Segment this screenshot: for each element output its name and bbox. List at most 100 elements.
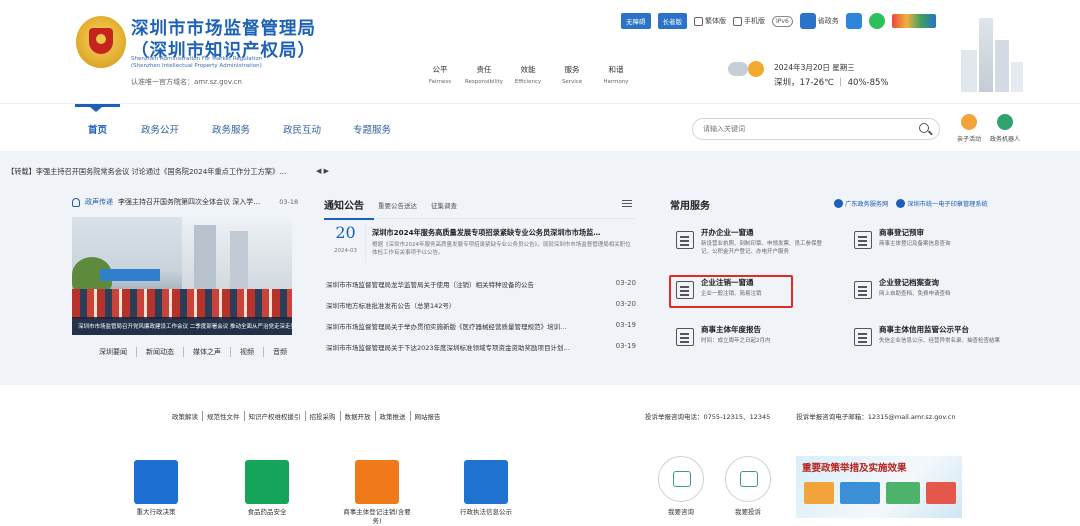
gov-robot-link[interactable]: 政务机器人 <box>988 114 1022 143</box>
services-title: 常用服务 <box>670 201 710 212</box>
value-responsibility: 责任 Responsibility <box>464 65 504 85</box>
value-efficiency: 效能 Efficiency <box>514 65 542 85</box>
footer-link[interactable]: 知识产权维权援引 <box>245 411 306 421</box>
official-domain: 认准唯一官方域名：amr.sz.gov.cn <box>131 78 242 86</box>
complaint-email[interactable]: 投诉举报咨询电子邮箱：12315@mail.amr.sz.gov.cn <box>796 411 955 421</box>
pen-icon <box>725 456 771 502</box>
news-ticker[interactable]: 【转载】李强主持召开国务院常务会议 讨论通过《国务院2024年重点工作分工方案》… <box>7 167 286 177</box>
tab-solicitation[interactable]: 征集调查 <box>431 200 457 210</box>
site-header: 深圳市市场监督管理局 （深圳市知识产权局） Shenzhen Administr… <box>0 0 1080 103</box>
weather-widget: 2024年3月20日 星期三 深圳，17-26℃ ｜ 40%-85% <box>728 61 889 88</box>
decision-icon <box>134 460 178 504</box>
feature-desc: 根据《深圳市2024年服务高质量发展专项招录紧缺专业公务员公告》，现就深圳市市场… <box>372 242 631 256</box>
top-toolbar: 无障碍 长者版 繁体版 手机版 IPv6 省政务 <box>621 13 936 29</box>
value-service: 服务 Service <box>561 65 583 85</box>
archive-icon <box>854 281 872 299</box>
parent-child-link[interactable]: 亲子活动 <box>952 114 986 143</box>
system-food-drug-safety[interactable]: 食品药品安全 <box>232 460 302 517</box>
mobile-icon <box>733 16 742 26</box>
traditional-chinese-link[interactable]: 繁体版 <box>694 16 726 26</box>
national-emblem-icon <box>76 16 126 68</box>
elder-mode-button[interactable]: 长者版 <box>657 13 687 29</box>
tab-news-updates[interactable]: 新闻动态 <box>137 347 184 357</box>
traditional-icon <box>694 16 703 26</box>
service-open-business[interactable]: 开办企业一窗通 新设营业执照、刻制印章、申领发票、员工参保登记、公积金开户登记、… <box>670 225 830 265</box>
announcement-column: 通知公告 重要公告送达 征集调查 20 2024-03 深圳市2024年服务高质… <box>318 181 642 381</box>
core-values: 公平 Fairness 责任 Responsibility 效能 Efficiency… <box>418 64 638 85</box>
wechat-icon[interactable] <box>868 13 885 29</box>
announcement-title[interactable]: 通知公告 <box>324 197 364 212</box>
complain-button[interactable]: 我要投诉 <box>720 456 776 516</box>
ipv6-badge: IPv6 <box>772 15 793 27</box>
chat-icon <box>658 456 704 502</box>
city-logo-icon <box>891 14 936 28</box>
tab-media[interactable]: 媒体之声 <box>184 347 231 357</box>
news-item[interactable]: 深圳市市场监督管理局龙华监管局关于使用（注销）相关特种设备的公告 03-20 <box>326 279 636 289</box>
nav-gov-disclosure[interactable]: 政务公开 <box>141 122 179 136</box>
feature-date: 20 2024-03 <box>326 223 366 263</box>
tab-sz-news[interactable]: 深圳要闻 <box>90 347 137 357</box>
contact-info: 投诉举报咨询电话：0755-12315、12345 投诉举报咨询电子邮箱：123… <box>645 411 955 421</box>
content-band: 【转载】李强主持召开国务院常务会议 讨论通过《国务院2024年重点工作分工方案》… <box>0 151 1080 385</box>
service-credit-platform[interactable]: 商事主体信用监管公示平台 失信企业信息公示、经营异常名录、抽查检查结果 <box>848 322 1008 362</box>
search-icon[interactable] <box>919 123 929 133</box>
news-photo[interactable]: 深圳市市场监管局召开党风廉政建设工作会议 二季度部署会议 推动全面从严治党走深走… <box>72 217 292 335</box>
gd-gov-service-link[interactable]: 广东政务服务网 <box>834 199 888 208</box>
nav-active-arrow <box>90 107 102 112</box>
news-item[interactable]: 深圳市市场监督管理局关于举办贯彻实施新版《医疗器械经营质量管理规范》培训… 03-… <box>326 321 636 331</box>
province-link[interactable]: 省政务 <box>799 13 839 29</box>
robot-icon <box>997 114 1013 130</box>
system-major-decisions[interactable]: 重大行政决策 <box>121 460 191 517</box>
accessibility-button[interactable]: 无障碍 <box>621 13 651 29</box>
nav-gov-services[interactable]: 政务服务 <box>212 122 250 136</box>
system-enforcement-info[interactable]: 行政执法信息公示 <box>451 460 521 517</box>
footer-link[interactable]: 招投采购 <box>306 411 341 421</box>
document-icon <box>676 231 694 249</box>
nav-home[interactable]: 首页 <box>88 122 107 136</box>
promo-title: 重要政策举措及实施效果 <box>802 463 907 474</box>
search-box <box>692 118 940 140</box>
footer-link[interactable]: 政策推送 <box>376 411 411 421</box>
service-archive-query[interactable]: 企业登记档案查询 网上自助查档、免费申请查档 <box>848 275 1008 315</box>
feature-title[interactable]: 深圳市2024年服务高质量发展专项招录紧缺专业公务员深圳市市场监… <box>372 228 634 238</box>
registration-icon <box>355 460 399 504</box>
gov-voice-notice[interactable]: 政声传递 李强主持召开国务院第四次全体会议 深入学… 03-18 <box>72 197 298 207</box>
weather-temp: 深圳，17-26℃ ｜ 40%-85% <box>774 78 889 88</box>
system-business-registration[interactable]: 商事主体登记注销(含要务) <box>342 460 412 526</box>
user-icon <box>896 199 906 208</box>
footer-link[interactable]: 规范性文件 <box>203 411 245 421</box>
weather-date: 2024年3月20日 星期三 <box>774 63 855 72</box>
microphone-icon <box>72 197 80 207</box>
footer-link[interactable]: 网站报告 <box>411 411 445 421</box>
credit-icon <box>854 328 872 346</box>
news-item[interactable]: 深圳市地方标准批准发布公告（总第142号） 03-20 <box>326 300 636 310</box>
province-gov-icon <box>799 13 816 29</box>
tab-audio[interactable]: 音频 <box>264 347 296 357</box>
sun-icon <box>748 61 764 77</box>
services-external-links: 广东政务服务网 深圳市统一电子印章管理系统 <box>834 199 988 208</box>
nav-special-services[interactable]: 专题服务 <box>353 122 391 136</box>
footer-link[interactable]: 数据开放 <box>341 411 376 421</box>
search-input[interactable] <box>703 122 903 136</box>
news-item[interactable]: 深圳市市场监督管理局关于下达2023年度深圳标准领域专项资金资助奖励项目计划… 0… <box>326 342 636 352</box>
tab-video[interactable]: 视频 <box>231 347 264 357</box>
service-pre-review[interactable]: 商事登记预审 商事主体登记及备案信息查询 <box>848 225 1008 265</box>
review-icon <box>854 231 872 249</box>
e-seal-system-link[interactable]: 深圳市统一电子印章管理系统 <box>896 199 988 208</box>
news-sub-tabs: 深圳要闻 新闻动态 媒体之声 视频 音频 <box>90 347 296 357</box>
ticker-controls[interactable]: ◀ ▶ <box>316 167 329 175</box>
more-menu-icon[interactable] <box>622 200 632 207</box>
nav-interaction[interactable]: 政民互动 <box>283 122 321 136</box>
photo-caption[interactable]: 深圳市市场监管局召开党风廉政建设工作会议 二季度部署会议 推动全面从严治党走深走… <box>72 317 292 335</box>
policy-promo-banner[interactable]: 重要政策举措及实施效果 <box>796 456 962 518</box>
mobile-link[interactable]: 手机版 <box>733 16 765 26</box>
service-annual-report[interactable]: 商事主体年度报告 时间：成立周年之日起2月内 <box>670 322 830 362</box>
tab-important-notice[interactable]: 重要公告送达 <box>378 200 417 210</box>
consult-button[interactable]: 我要咨询 <box>653 456 709 516</box>
skyline-illustration <box>955 10 1025 92</box>
main-nav: 首页 政务公开 政务服务 政民互动 专题服务 亲子活动 政务机器人 <box>0 103 1080 151</box>
hotline: 投诉举报咨询电话：0755-12315、12345 <box>645 413 771 421</box>
footer-link[interactable]: 政策解读 <box>168 411 203 421</box>
announcement-header: 通知公告 重要公告送达 征集调查 <box>324 197 457 212</box>
weibo-icon[interactable] <box>845 13 862 29</box>
